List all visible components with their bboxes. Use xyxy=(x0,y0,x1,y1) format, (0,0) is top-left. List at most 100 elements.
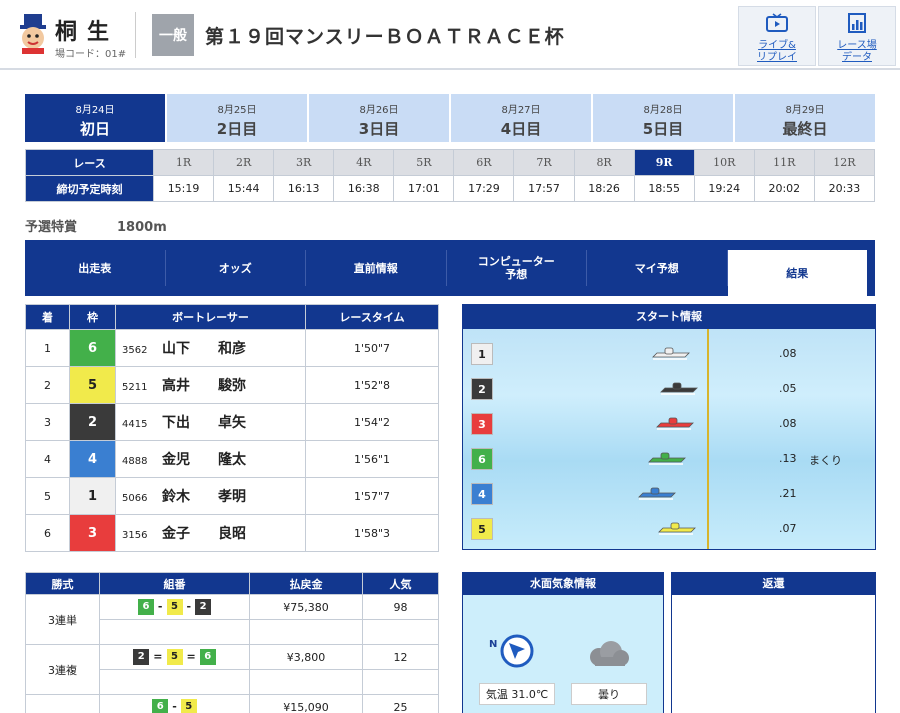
lane-badge: 4 xyxy=(471,483,493,505)
race-tab-9[interactable]: 9R xyxy=(633,149,695,176)
bar-chart-icon xyxy=(848,13,866,33)
col-bet-type: 勝式 xyxy=(25,572,100,595)
race-tab-11[interactable]: 11R xyxy=(753,149,815,176)
lane-badge: 6 xyxy=(69,329,116,367)
content-tab-5[interactable]: マイ予想 xyxy=(587,250,728,286)
racer-name[interactable]: 鈴木 孝明 xyxy=(162,489,246,505)
payout-row: 3連複 2 = 5 = 6 ¥3,800 12 xyxy=(25,644,439,695)
race-tab-3[interactable]: 3R xyxy=(273,149,335,176)
racer-id: 4415 xyxy=(122,419,148,430)
result-row: 2 5 5211 高井 駿弥 1'52"8 xyxy=(25,366,439,404)
combination: 6-5 xyxy=(99,694,250,713)
results-table: 着 枠 ボートレーサー レースタイム 1 6 3562 山下 和彦 1'50"7 2 5 52… xyxy=(25,304,439,552)
lane-chip: 5 xyxy=(180,699,197,713)
col-payout: 払戻金 xyxy=(249,572,363,595)
deadline-time: 20:33 xyxy=(813,175,876,202)
day-tab-4[interactable]: 8月27日 4日目 xyxy=(451,94,591,142)
tv-icon xyxy=(766,13,788,32)
boat-icon xyxy=(656,417,694,430)
page: 桐生 場コード：01# 一般 第１９回マンスリーＢＯＡＴＲＡＣＥ杯 ライブ& リ… xyxy=(0,0,900,713)
racer[interactable]: 5211 高井 駿弥 xyxy=(115,366,306,404)
day-label: 最終日 xyxy=(782,120,828,138)
content-tab-6[interactable]: 結果 xyxy=(727,250,867,296)
deadline-time: 18:26 xyxy=(573,175,635,202)
payout-row: 6-5 ¥15,090 25 xyxy=(25,694,439,713)
lane-badge: 1 xyxy=(471,343,493,365)
race-tab-10[interactable]: 10R xyxy=(693,149,755,176)
combination: 2 = 5 = 6 xyxy=(99,644,250,670)
winning-move: まくり xyxy=(809,454,842,467)
racer[interactable]: 5066 鈴木 孝明 xyxy=(115,477,306,515)
racer[interactable]: 4888 金児 隆太 xyxy=(115,440,306,478)
start-row: 6 .13 まくり xyxy=(471,448,871,470)
day-tab-3[interactable]: 8月26日 3日目 xyxy=(309,94,449,142)
race-tab-2[interactable]: 2R xyxy=(213,149,275,176)
start-timing: .08 xyxy=(779,417,797,430)
mascot-logo-icon xyxy=(20,14,46,54)
day-tab-1[interactable]: 8月24日 初日 xyxy=(25,94,165,142)
race-tab-6[interactable]: 6R xyxy=(453,149,515,176)
result-row: 4 4 4888 金児 隆太 1'56"1 xyxy=(25,440,439,478)
lane-badge: 2 xyxy=(69,403,116,441)
race-tab-5[interactable]: 5R xyxy=(393,149,455,176)
race-tab-12[interactable]: 12R xyxy=(813,149,876,176)
racer-name[interactable]: 下出 卓矢 xyxy=(162,415,246,431)
boat-icon xyxy=(638,487,676,500)
lane-chip: 6 xyxy=(137,599,154,615)
empty-cell xyxy=(249,669,363,695)
payout-amount: ¥3,800 xyxy=(249,644,363,670)
lane-badge: 2 xyxy=(471,378,493,400)
start-timing: .05 xyxy=(779,382,797,395)
content-tab-2[interactable]: オッズ xyxy=(166,250,306,286)
deadline-time: 15:19 xyxy=(152,175,215,202)
day-label: 5日目 xyxy=(642,120,684,138)
day-tab-6[interactable]: 8月29日 最終日 xyxy=(735,94,875,142)
col-lane: 枠 xyxy=(69,304,116,330)
race-tab-7[interactable]: 7R xyxy=(513,149,575,176)
lane-badge: 3 xyxy=(69,514,116,552)
payout-row: 3連単 6-5-2 ¥75,380 98 xyxy=(25,594,439,645)
lane-chip: 2 xyxy=(195,599,212,615)
live-replay-button[interactable]: ライブ& リプレイ xyxy=(738,6,816,66)
deadline-time: 16:13 xyxy=(273,175,335,202)
combo-separator: = xyxy=(186,650,196,663)
content-tab-1[interactable]: 出走表 xyxy=(25,250,166,286)
day-tab-5[interactable]: 8月28日 5日目 xyxy=(593,94,733,142)
content-tab-4[interactable]: コンピューター 予想 xyxy=(447,250,587,286)
race-tab-8[interactable]: 8R xyxy=(573,149,635,176)
venue-data-button[interactable]: レース場 データ xyxy=(818,6,896,66)
deadline-time: 17:01 xyxy=(393,175,455,202)
day-tabs: 8月24日 初日 8月25日 2日目 8月26日 3日目 8月27日 4日目 8月28日… xyxy=(25,94,875,142)
venue-data-label: レース場 データ xyxy=(837,40,877,63)
deadline-time: 15:44 xyxy=(213,175,275,202)
racer-name[interactable]: 金児 隆太 xyxy=(162,452,246,468)
racer-name[interactable]: 高井 駿弥 xyxy=(162,378,246,394)
deadline-time: 16:38 xyxy=(333,175,395,202)
start-row: 4.21 xyxy=(471,483,871,505)
place: 4 xyxy=(25,440,70,478)
combo-separator: - xyxy=(172,700,177,713)
day-tab-2[interactable]: 8月25日 2日目 xyxy=(167,94,307,142)
empty-cell xyxy=(99,669,250,695)
racer[interactable]: 3156 金子 良昭 xyxy=(115,514,306,552)
day-date: 8月27日 xyxy=(501,105,541,116)
day-label: 3日目 xyxy=(358,120,400,138)
racer[interactable]: 3562 山下 和彦 xyxy=(115,329,306,367)
result-row: 6 3 3156 金子 良昭 1'58"3 xyxy=(25,514,439,552)
boat-icon xyxy=(652,347,690,360)
empty-cell xyxy=(362,669,439,695)
race-tab-4[interactable]: 4R xyxy=(333,149,395,176)
boat-icon xyxy=(648,452,686,465)
start-timing: .07 xyxy=(779,522,797,535)
lane-badge: 1 xyxy=(69,477,116,515)
racer-name[interactable]: 山下 和彦 xyxy=(162,341,246,357)
day-date: 8月24日 xyxy=(75,105,115,116)
racer[interactable]: 4415 下出 卓矢 xyxy=(115,403,306,441)
combo-separator: - xyxy=(157,600,163,613)
race-tab-1[interactable]: 1R xyxy=(152,149,215,176)
weather-panel: 水面気象情報 N 気温 31.0℃ 曇り xyxy=(462,572,664,713)
content-tab-3[interactable]: 直前情報 xyxy=(306,250,447,286)
race-time: 1'56"1 xyxy=(305,440,439,478)
racer-name[interactable]: 金子 良昭 xyxy=(162,526,246,542)
empty-cell xyxy=(249,619,363,645)
